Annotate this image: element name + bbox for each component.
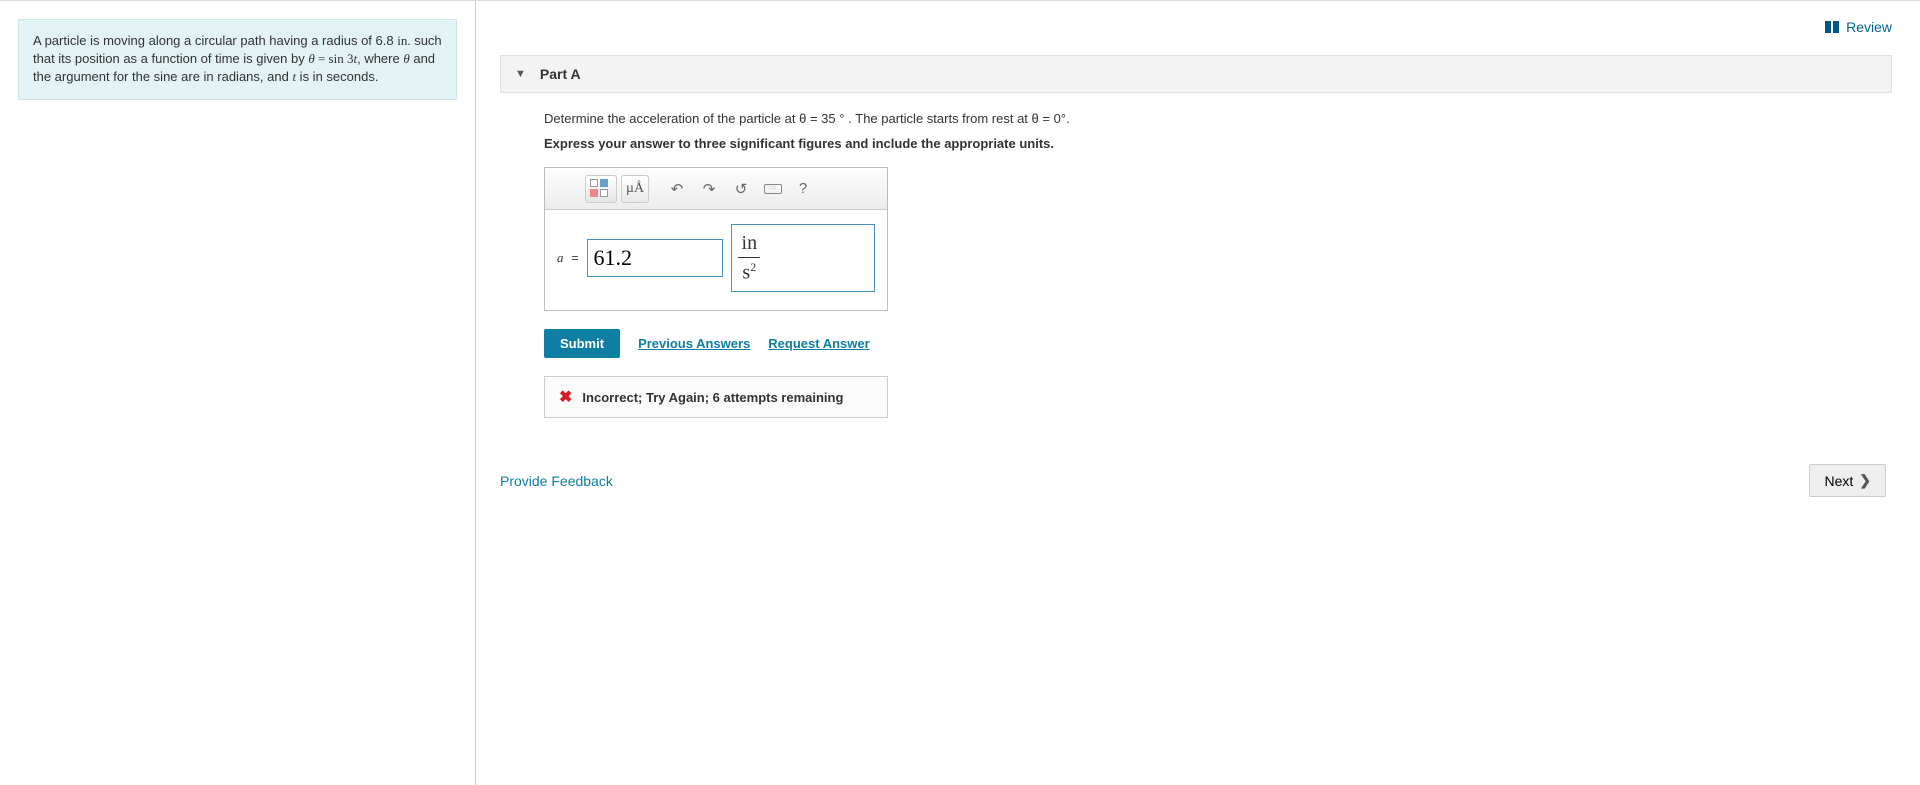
instr-theta2: θ bbox=[1032, 111, 1039, 126]
express-instruction: Express your answer to three significant… bbox=[544, 136, 1882, 151]
eq-1: = bbox=[315, 51, 329, 66]
review-label: Review bbox=[1846, 19, 1892, 35]
answer-box: µÅ ↶ ↷ ↺ ∷∷ ? bbox=[544, 167, 888, 311]
part-title: Part A bbox=[540, 66, 581, 82]
provide-feedback-link[interactable]: Provide Feedback bbox=[500, 473, 613, 489]
problem-text-3: , where bbox=[357, 51, 403, 66]
answer-toolbar: µÅ ↶ ↷ ↺ ∷∷ ? bbox=[545, 168, 887, 210]
instr-c: = 0°. bbox=[1039, 111, 1070, 126]
sin: sin bbox=[329, 51, 344, 66]
variable-label: a bbox=[557, 250, 564, 266]
instr-a: Determine the acceleration of the partic… bbox=[544, 111, 799, 126]
request-answer-link[interactable]: Request Answer bbox=[768, 336, 869, 351]
unit-input[interactable]: in s2 bbox=[731, 224, 875, 292]
undo-icon: ↶ bbox=[671, 180, 684, 198]
collapse-caret-icon: ▼ bbox=[515, 68, 526, 80]
review-row: Review bbox=[500, 19, 1892, 35]
reset-icon: ↺ bbox=[735, 180, 748, 198]
part-header[interactable]: ▼ Part A bbox=[500, 55, 1892, 93]
feedback-box: ✖ Incorrect; Try Again; 6 attempts remai… bbox=[544, 376, 888, 418]
problem-text-5: is in seconds. bbox=[296, 69, 378, 84]
action-row: Submit Previous Answers Request Answer bbox=[544, 329, 1882, 358]
problem-statement: A particle is moving along a circular pa… bbox=[18, 19, 457, 100]
next-button[interactable]: Next ❯ bbox=[1809, 464, 1886, 497]
next-label: Next bbox=[1824, 473, 1853, 489]
keyboard-button[interactable]: ∷∷ bbox=[759, 175, 787, 203]
templates-button[interactable] bbox=[585, 175, 617, 203]
undo-button[interactable]: ↶ bbox=[663, 175, 691, 203]
unit-fraction: in s2 bbox=[738, 232, 762, 285]
help-icon: ? bbox=[799, 180, 807, 197]
page: A particle is moving along a circular pa… bbox=[0, 0, 1920, 785]
value-input[interactable] bbox=[587, 239, 723, 277]
unit-numerator: in bbox=[738, 232, 762, 257]
units-button[interactable]: µÅ bbox=[621, 175, 649, 203]
part-body: Determine the acceleration of the partic… bbox=[500, 111, 1892, 418]
redo-icon: ↷ bbox=[703, 180, 716, 198]
feedback-text: Incorrect; Try Again; 6 attempts remaini… bbox=[582, 390, 843, 405]
input-row: a = in s2 bbox=[545, 210, 887, 310]
chevron-right-icon: ❯ bbox=[1859, 472, 1871, 489]
answer-pane: Review ▼ Part A Determine the accelerati… bbox=[476, 1, 1920, 785]
units-label: µÅ bbox=[626, 181, 644, 197]
submit-button[interactable]: Submit bbox=[544, 329, 620, 358]
redo-button[interactable]: ↷ bbox=[695, 175, 723, 203]
incorrect-icon: ✖ bbox=[559, 387, 572, 407]
sin-3: 3 bbox=[344, 51, 354, 66]
problem-pane: A particle is moving along a circular pa… bbox=[0, 1, 475, 785]
book-icon bbox=[1824, 20, 1840, 34]
instruction: Determine the acceleration of the partic… bbox=[544, 111, 1882, 126]
instr-b: = 35 ° . The particle starts from rest a… bbox=[806, 111, 1031, 126]
previous-answers-link[interactable]: Previous Answers bbox=[638, 336, 750, 351]
keyboard-icon: ∷∷ bbox=[764, 184, 782, 194]
reset-button[interactable]: ↺ bbox=[727, 175, 755, 203]
review-link[interactable]: Review bbox=[1824, 19, 1892, 35]
help-button[interactable]: ? bbox=[791, 175, 815, 203]
problem-unit-in: in. bbox=[397, 33, 410, 48]
unit-denominator: s2 bbox=[738, 257, 760, 285]
problem-text-1: A particle is moving along a circular pa… bbox=[33, 33, 397, 48]
templates-icon bbox=[590, 179, 612, 199]
equals-sign: = bbox=[572, 251, 579, 265]
bottom-row: Provide Feedback Next ❯ bbox=[500, 464, 1892, 497]
